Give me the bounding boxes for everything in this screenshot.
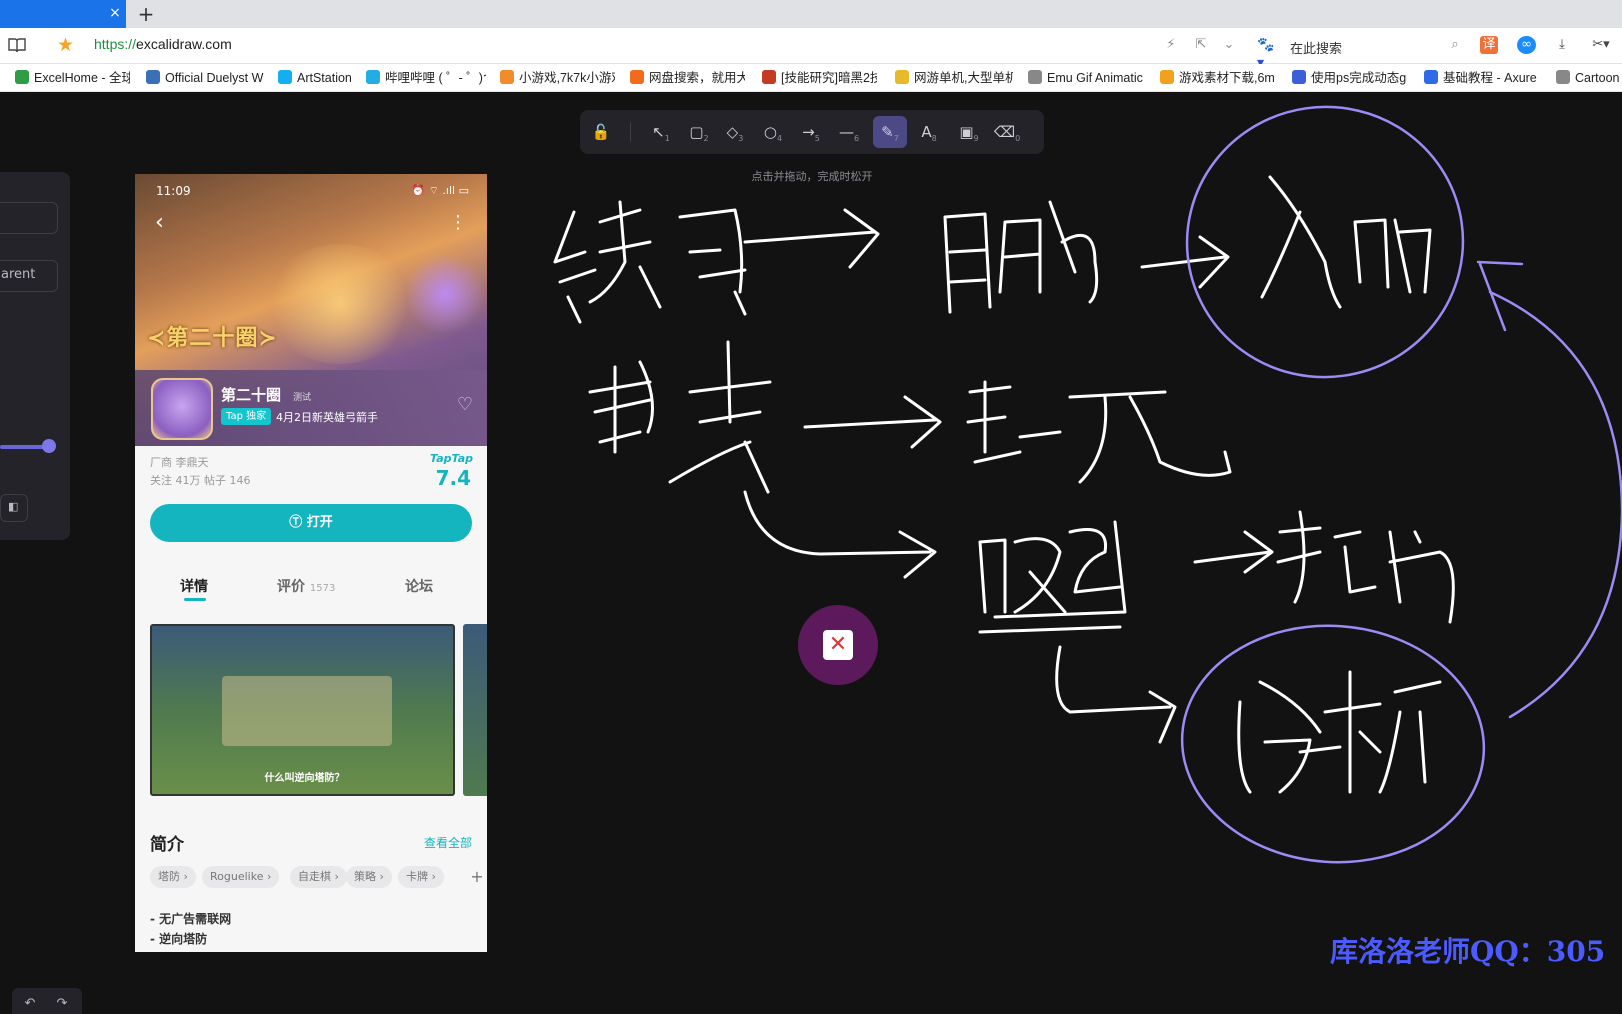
address-bar: ★ https://excalidraw.com ⚡ ⇱ ⌄ 🐾▾ 在此搜索 ⌕…: [0, 28, 1622, 71]
bookmark-item[interactable]: ArtStation: [278, 70, 356, 86]
url-field[interactable]: https://excalidraw.com: [94, 36, 232, 52]
stroke-char-3: [678, 208, 747, 316]
bookmark-item[interactable]: 游戏素材下载,6m5: [1160, 70, 1275, 86]
excalidraw-canvas[interactable]: arent ◧ 🔓 ↖1 ▢2 ◇3 ○4 →5 —6 ✎7 A8 ▣9 ⌫0 点击并拖动，完成时松…: [0, 92, 1622, 1014]
bookmark-item[interactable]: 网游单机,大型单机: [895, 70, 1013, 86]
white-strokes: [553, 175, 1455, 794]
bookmark-label: 使用ps完成动态gi: [1311, 71, 1407, 85]
close-icon: ✕: [823, 630, 853, 660]
stroke-char-4: [943, 212, 992, 314]
bookmark-favicon-icon: [895, 70, 909, 84]
search-icon[interactable]: ⌕: [1446, 36, 1464, 54]
bookmark-item[interactable]: Official Duelyst W: [146, 70, 264, 86]
flash-icon[interactable]: ⚡: [1162, 36, 1180, 54]
favorite-star-icon[interactable]: ★: [57, 35, 77, 55]
undo-redo-group: ↶ ↷: [12, 988, 82, 1014]
share-icon[interactable]: ⇱: [1192, 36, 1210, 54]
bookmark-item[interactable]: Emu Gif Animatic: [1028, 70, 1143, 86]
bookmark-favicon-icon: [762, 70, 776, 84]
circle-rudimen: [1185, 105, 1465, 379]
undo-button[interactable]: ↶: [20, 994, 40, 1014]
bookmark-item[interactable]: 哔哩哔哩 ( ゜- ゜)つ: [366, 70, 486, 86]
stroke-char-15: [1333, 530, 1455, 624]
stroke-char-12: [978, 537, 1067, 614]
bookmark-favicon-icon: [630, 70, 644, 84]
bookmark-item[interactable]: [技能研究]暗黑2技: [762, 70, 877, 86]
stroke-char-6: [1260, 175, 1342, 309]
bookmark-label: 基础教程 - Axure: [1443, 71, 1537, 85]
underline: [978, 625, 1122, 634]
new-tab-button[interactable]: +: [136, 3, 156, 25]
arrow-4: [743, 490, 937, 579]
bookmark-label: ArtStation: [297, 71, 352, 85]
bookmark-item[interactable]: 小游戏,7k7k小游戏: [500, 70, 615, 86]
bookmark-favicon-icon: [1292, 70, 1306, 84]
purple-strokes: [1180, 105, 1622, 864]
close-tab-icon[interactable]: ×: [107, 5, 123, 21]
bookmark-label: 游戏素材下载,6m5: [1179, 71, 1275, 85]
search-input[interactable]: 在此搜索: [1290, 38, 1342, 57]
stop-recording-button[interactable]: ✕: [798, 605, 878, 685]
bookmark-favicon-icon: [1424, 70, 1438, 84]
stroke-char-2: [588, 200, 662, 309]
bookmark-label: Official Duelyst W: [165, 71, 264, 85]
stroke-char-5: [998, 200, 1099, 304]
freehand-drawing[interactable]: [0, 92, 1622, 1014]
bookmark-item[interactable]: ExcelHome - 全球: [15, 70, 130, 86]
bookmark-label: Cartoon: [1575, 71, 1620, 85]
bookmark-label: 网游单机,大型单机: [914, 71, 1013, 85]
arrow-6: [1055, 645, 1177, 744]
scissors-icon[interactable]: ✂▾: [1586, 36, 1616, 54]
feedback-arrow: [1476, 260, 1622, 719]
arrow-3: [803, 395, 942, 449]
stroke-char-9: [668, 340, 772, 494]
chevron-down-icon[interactable]: ⌄: [1220, 36, 1238, 54]
stroke-char-7: [1353, 218, 1432, 294]
download-icon[interactable]: ⤓: [1553, 36, 1571, 54]
bookmark-favicon-icon: [500, 70, 514, 84]
bookmark-favicon-icon: [278, 70, 292, 84]
reader-mode-icon[interactable]: [8, 37, 26, 53]
arrow-2: [1140, 235, 1230, 289]
stroke-char-17: [1323, 670, 1442, 794]
stroke-char-14: [1276, 510, 1322, 604]
translate-icon[interactable]: 译: [1480, 36, 1498, 54]
stroke-char-1: [553, 210, 597, 324]
bookmark-label: 网盘搜索，就用大: [649, 71, 745, 85]
bookmark-item[interactable]: 基础教程 - Axure: [1424, 70, 1539, 86]
bookmark-favicon-icon: [1556, 70, 1570, 84]
baidu-paw-icon[interactable]: 🐾▾: [1257, 36, 1279, 71]
infinity-icon[interactable]: ∞: [1517, 36, 1536, 54]
bookmark-label: ExcelHome - 全球: [34, 71, 130, 85]
bookmark-item[interactable]: 使用ps完成动态gi: [1292, 70, 1407, 86]
redo-button[interactable]: ↷: [52, 994, 72, 1014]
bookmark-favicon-icon: [15, 70, 29, 84]
stroke-char-11: [1018, 390, 1232, 484]
bookmark-label: 哔哩哔哩 ( ゜- ゜)つ: [385, 71, 486, 85]
active-tab[interactable]: ×: [0, 0, 126, 28]
bookmark-item[interactable]: 网盘搜索，就用大: [630, 70, 745, 86]
bookmark-label: Emu Gif Animatic: [1047, 71, 1143, 85]
arrow-1: [743, 208, 880, 269]
watermark: 库洛洛老师QQ：305: [1330, 935, 1606, 968]
bookmark-favicon-icon: [1028, 70, 1042, 84]
bookmark-favicon-icon: [366, 70, 380, 84]
tab-strip: × +: [0, 0, 1622, 28]
bookmark-favicon-icon: [1160, 70, 1174, 84]
bookmarks-bar: ExcelHome - 全球 Official Duelyst W ArtStati…: [0, 64, 1622, 92]
arrow-5: [1193, 530, 1274, 574]
bookmark-label: [技能研究]暗黑2技: [781, 71, 877, 85]
bookmark-item[interactable]: Cartoon: [1556, 70, 1622, 86]
url-scheme: https://: [94, 36, 137, 52]
circle-fenxi: [1180, 624, 1486, 864]
stroke-char-10: [966, 380, 1022, 464]
stroke-char-13: [993, 520, 1127, 619]
bookmark-favicon-icon: [146, 70, 160, 84]
stroke-char-16: [1237, 680, 1342, 794]
stroke-char-8: [588, 360, 654, 454]
url-host: excalidraw.com: [136, 36, 232, 52]
bookmark-label: 小游戏,7k7k小游戏: [519, 71, 615, 85]
